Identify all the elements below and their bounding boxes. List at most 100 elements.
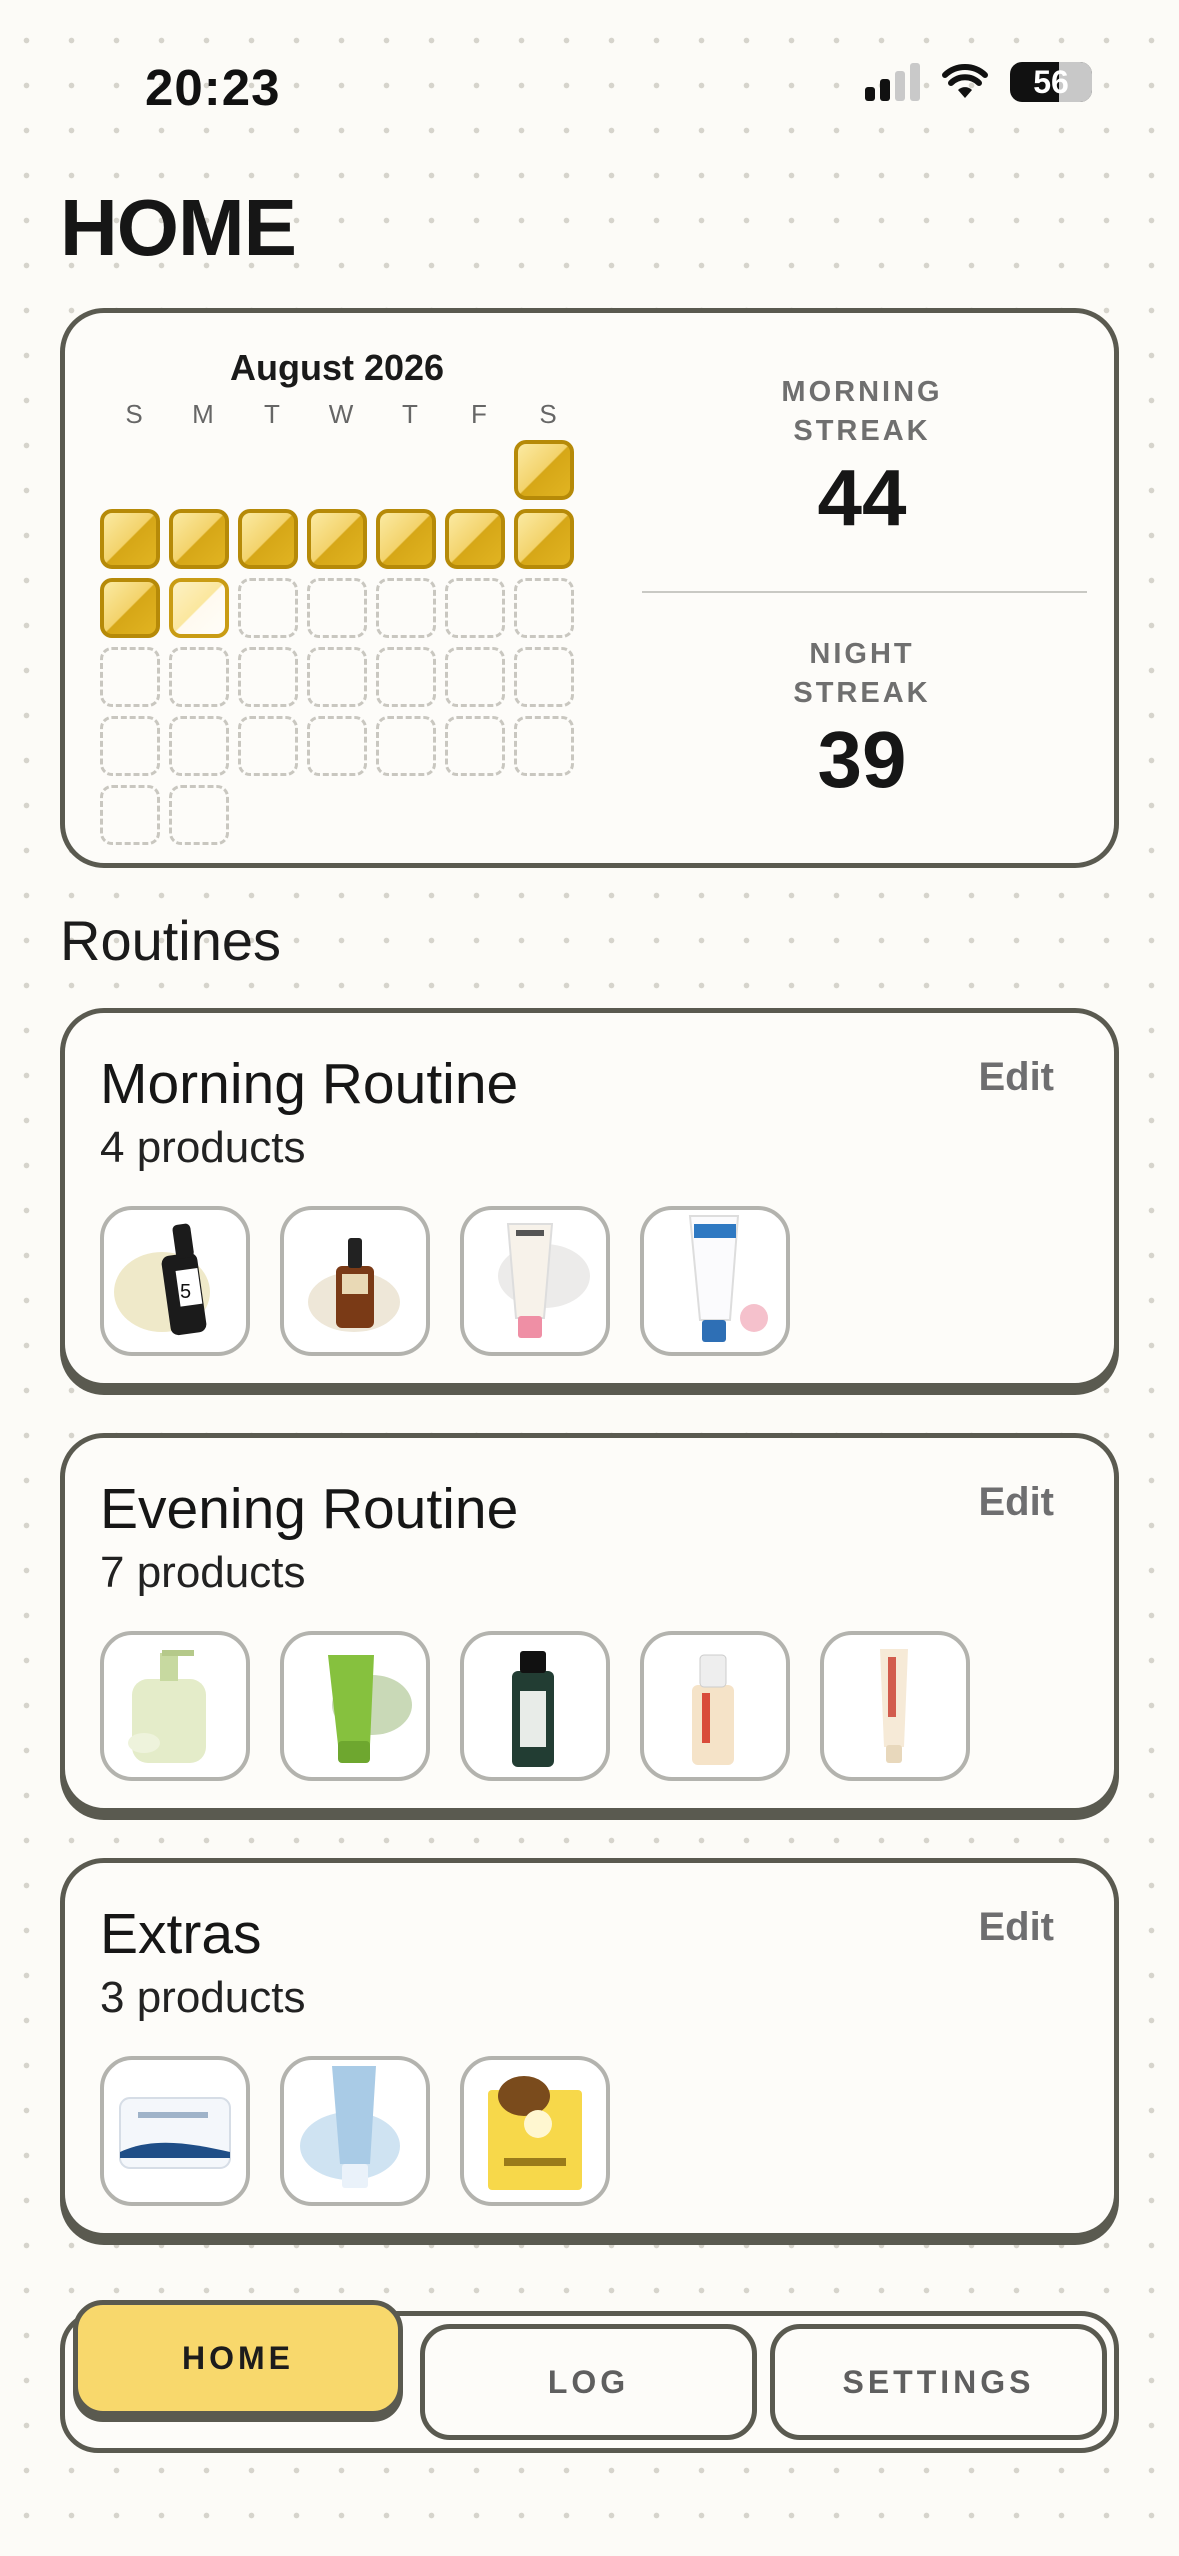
product-thumbnail[interactable]: 5 [100,1206,250,1356]
weekday-label: T [402,399,419,429]
morning-streak-label: MORNING STREAK [781,376,943,447]
cream-jar-icon [119,2097,231,2169]
calendar-day-empty[interactable] [169,647,229,707]
tab-home[interactable]: HOME [73,2300,403,2416]
calendar-weekdays: S M T W T F S [100,399,583,430]
edit-button[interactable]: Edit [978,1480,1054,1525]
product-thumbnails [100,1631,970,1781]
calendar-day-done[interactable] [445,509,505,569]
weekday-label: S [539,399,558,429]
night-streak-label: NIGHT STREAK [793,638,931,709]
calendar-day-empty[interactable] [238,647,298,707]
edit-button[interactable]: Edit [978,1055,1054,1100]
product-thumbnail[interactable] [280,2056,430,2206]
routine-title: Morning Routine [100,1052,519,1116]
green-gel-cleanser-icon [328,1655,412,1763]
morning-streak-value: 44 [817,453,907,542]
calendar-day-done[interactable] [376,509,436,569]
product-thumbnails [100,2056,610,2206]
calendar-day-empty[interactable] [376,716,436,776]
calendar-day-empty[interactable] [100,785,160,845]
weekday-label: M [192,399,215,429]
tab-settings[interactable]: SETTINGS [770,2324,1107,2440]
calendar-day-done[interactable] [307,509,367,569]
calendar-day-done[interactable] [100,509,160,569]
product-thumbnail[interactable] [640,1206,790,1356]
blue-sunscreen-tube-icon [300,2066,400,2188]
dropper-serum-icon: 5 [114,1223,210,1336]
blue-tube-cream-icon [688,1215,768,1342]
product-thumbnails: 5 [100,1206,790,1356]
bottom-tab-bar: HOME LOG SETTINGS [60,2300,1119,2453]
calendar-day-done[interactable] [169,509,229,569]
streak-card: August 2026 S M T W T F S MORNING STREAK… [60,308,1119,868]
product-thumbnail[interactable] [280,1206,430,1356]
calendar-day-empty[interactable] [238,578,298,638]
routine-title: Evening Routine [100,1477,519,1541]
routines-section-title: Routines [60,909,282,972]
calendar-day-empty[interactable] [376,578,436,638]
calendar-day-empty[interactable] [514,647,574,707]
routine-product-count: 3 products [100,1973,306,2022]
calendar-day-empty[interactable] [445,578,505,638]
routine-product-count: 7 products [100,1548,306,1597]
calendar-day-done[interactable] [238,509,298,569]
weekday-label: S [125,399,144,429]
product-thumbnail[interactable] [280,1631,430,1781]
calendar-day-empty[interactable] [100,716,160,776]
product-thumbnail[interactable] [460,2056,610,2206]
calendar-day-empty[interactable] [307,578,367,638]
product-thumbnail[interactable] [460,1206,610,1356]
calendar-day-empty[interactable] [238,716,298,776]
calendar-day-empty[interactable] [514,578,574,638]
calendar-month-label: August 2026 [230,347,445,388]
streak-divider [642,591,1087,593]
calendar-day-empty[interactable] [100,647,160,707]
dark-toner-icon [512,1651,554,1767]
status-icons: 56 [865,62,1092,102]
calendar-day-empty[interactable] [307,647,367,707]
svg-text:5: 5 [180,1281,191,1303]
routine-card-evening[interactable]: Evening Routine 7 products Edit [60,1433,1119,1813]
pink-tube-cream-icon [498,1223,590,1338]
product-thumbnail[interactable] [640,1631,790,1781]
calendar-day-empty[interactable] [445,647,505,707]
slim-tube-cream-icon [880,1649,908,1763]
night-streak: NIGHT STREAK 39 [642,635,1082,803]
battery-icon: 56 [1010,62,1092,102]
calendar-day-done[interactable] [514,440,574,500]
morning-streak: MORNING STREAK 44 [642,373,1082,541]
battery-percentage: 56 [1033,63,1069,100]
product-thumbnail[interactable] [820,1631,970,1781]
weekday-label: W [328,399,355,429]
cleansing-oil-icon [128,1650,206,1763]
calendar-day-partial[interactable] [169,578,229,638]
calendar-day-done[interactable] [100,578,160,638]
status-time: 20:23 [145,59,281,116]
routine-card-extras[interactable]: Extras 3 products Edit [60,1858,1119,2238]
weekday-label: T [264,399,281,429]
cellular-signal-icon [865,63,920,101]
calendar-day-empty[interactable] [514,716,574,776]
weekday-label: F [471,399,488,429]
calendar-day-empty[interactable] [307,716,367,776]
page-title: HOME [60,183,297,272]
product-thumbnail[interactable] [100,1631,250,1781]
tab-log[interactable]: LOG [420,2324,757,2440]
product-thumbnail[interactable] [100,2056,250,2206]
routine-title: Extras [100,1902,262,1966]
sheet-mask-icon [488,2076,582,2190]
calendar-day-empty[interactable] [169,716,229,776]
wifi-icon [942,64,988,98]
amber-ampoule-icon [308,1238,400,1332]
calendar-day-done[interactable] [514,509,574,569]
calendar-day-empty[interactable] [376,647,436,707]
night-streak-value: 39 [817,715,907,804]
routine-product-count: 4 products [100,1123,306,1172]
routine-card-morning[interactable]: Morning Routine 4 products Edit 5 [60,1008,1119,1388]
product-thumbnail[interactable] [460,1631,610,1781]
edit-button[interactable]: Edit [978,1905,1054,1950]
calendar-day-empty[interactable] [169,785,229,845]
calendar-day-empty[interactable] [445,716,505,776]
pump-serum-icon [692,1654,734,1765]
